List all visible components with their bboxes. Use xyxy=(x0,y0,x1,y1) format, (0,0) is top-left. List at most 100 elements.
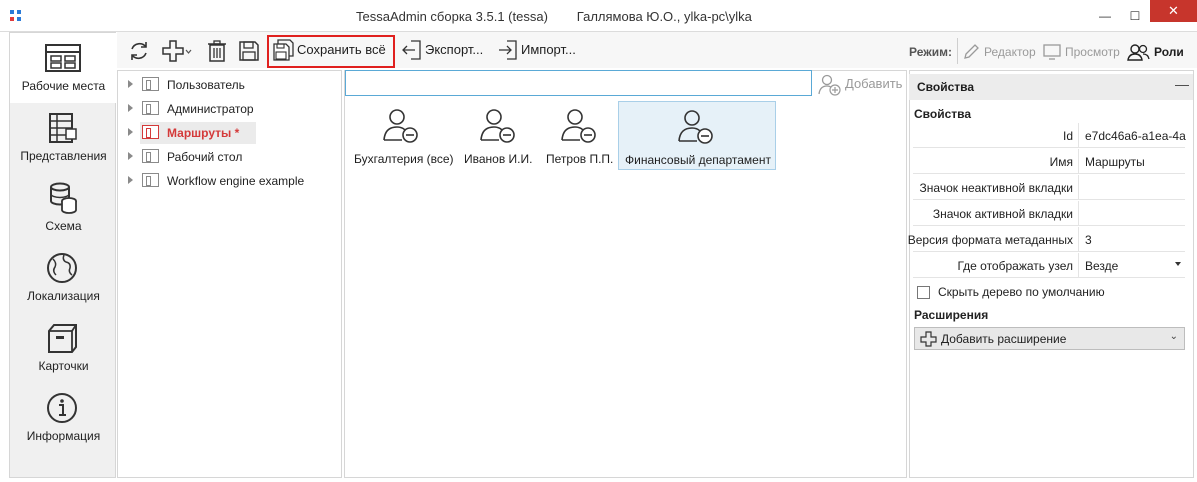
mode-roles-label: Роли xyxy=(1154,45,1184,59)
add-extension-label: Добавить расширение xyxy=(941,332,1067,346)
hide-tree-checkbox[interactable] xyxy=(917,286,930,299)
nav-item-workplaces[interactable]: Рабочие места xyxy=(10,33,117,103)
add-role-label: Добавить xyxy=(845,76,903,91)
expand-arrow-icon[interactable] xyxy=(128,152,133,160)
role-label: Петров П.П. xyxy=(546,152,614,166)
collapse-icon[interactable]: — xyxy=(1175,76,1189,92)
role-label: Финансовый департамент xyxy=(625,153,771,167)
add-icon[interactable] xyxy=(161,39,193,63)
mode-editor-label: Редактор xyxy=(984,45,1036,59)
title-bar: TessaAdmin сборка 3.5.1 (tessa) Галлямов… xyxy=(0,0,1197,32)
workplace-node-icon xyxy=(142,125,159,139)
tree-item-label: Администратор xyxy=(167,102,254,116)
property-row-display-node: Где отображать узел Везде xyxy=(913,253,1185,278)
property-value-field[interactable]: e7dc46a6-a1ea-4a xyxy=(1078,123,1186,147)
mode-label: Режим: xyxy=(909,45,952,59)
minimize-button[interactable]: — xyxy=(1090,0,1120,32)
workplace-tree: Пользователь Администратор Маршруты * Ра… xyxy=(117,70,342,478)
roles-icon xyxy=(1127,44,1150,61)
extensions-section-title: Расширения xyxy=(914,308,989,322)
export-button[interactable]: Экспорт... xyxy=(397,38,493,62)
import-icon xyxy=(499,40,517,60)
role-user-icon xyxy=(678,110,713,144)
property-row-metadata-version: Версия формата метаданных 3 xyxy=(908,227,1185,252)
nav-item-info[interactable]: Информация xyxy=(10,383,117,453)
delete-icon[interactable] xyxy=(205,39,229,63)
role-item[interactable]: Петров П.П. xyxy=(542,101,616,170)
monitor-icon xyxy=(1043,44,1061,60)
nav-item-localization[interactable]: Локализация xyxy=(10,243,117,313)
role-search-input[interactable] xyxy=(345,70,812,96)
workplace-node-icon xyxy=(142,173,159,187)
expand-arrow-icon[interactable] xyxy=(128,80,133,88)
tree-item[interactable]: Рабочий стол xyxy=(118,146,342,168)
role-item[interactable]: Бухгалтерия (все) xyxy=(350,101,454,170)
nav-item-views[interactable]: Представления xyxy=(10,103,117,173)
property-row-id: Id e7dc46a6-a1ea-4a xyxy=(913,123,1186,148)
export-icon xyxy=(402,40,421,60)
properties-section-title: Свойства xyxy=(914,107,972,121)
property-value: e7dc46a6-a1ea-4a xyxy=(1085,129,1186,143)
property-value-field[interactable] xyxy=(1078,201,1185,225)
left-nav: Рабочие места Представления Схема Локали… xyxy=(9,32,117,478)
workplace-node-icon xyxy=(142,77,159,91)
property-key: Значок неактивной вкладки xyxy=(919,181,1073,195)
close-button[interactable]: ✕ xyxy=(1150,0,1197,22)
role-item[interactable]: Иванов И.И. xyxy=(459,101,537,170)
add-extension-button[interactable]: Добавить расширение ⌄ xyxy=(914,327,1185,350)
property-row-name: Имя Маршруты xyxy=(913,149,1185,174)
save-icon[interactable] xyxy=(237,39,261,63)
property-value-field[interactable] xyxy=(1078,175,1185,199)
expand-arrow-icon[interactable] xyxy=(128,128,133,136)
role-user-icon xyxy=(383,109,418,143)
import-label: Импорт... xyxy=(521,42,576,57)
cards-icon xyxy=(48,324,77,353)
nav-item-schema[interactable]: Схема xyxy=(10,173,117,243)
expand-arrow-icon[interactable] xyxy=(128,104,133,112)
tree-item-selected[interactable]: Маршруты * xyxy=(118,122,342,144)
nav-label-views: Представления xyxy=(20,149,107,163)
display-node-select[interactable]: Везде xyxy=(1078,253,1185,277)
properties-header: Свойства — xyxy=(909,74,1193,100)
property-key: Id xyxy=(1062,129,1073,143)
role-label: Бухгалтерия (все) xyxy=(354,152,454,166)
save-all-highlight xyxy=(267,35,395,68)
property-value-field[interactable]: 3 xyxy=(1078,227,1185,251)
export-label: Экспорт... xyxy=(425,42,484,57)
role-label: Иванов И.И. xyxy=(464,152,533,166)
maximize-button[interactable]: ☐ xyxy=(1120,0,1150,32)
property-key: Значок активной вкладки xyxy=(932,207,1073,221)
window-title: TessaAdmin сборка 3.5.1 (tessa) Галлямов… xyxy=(356,9,752,24)
property-key: Где отображать узел xyxy=(957,259,1073,273)
nav-label-workplaces: Рабочие места xyxy=(21,79,106,93)
property-value: Везде xyxy=(1085,259,1119,273)
expand-arrow-icon[interactable] xyxy=(128,176,133,184)
property-value: Маршруты xyxy=(1085,155,1145,169)
property-value-field[interactable]: Маршруты xyxy=(1078,149,1185,173)
add-icon xyxy=(920,331,937,347)
globe-icon xyxy=(47,253,77,283)
workplace-node-icon xyxy=(142,149,159,163)
import-button[interactable]: Импорт... xyxy=(493,38,589,62)
nav-label-schema: Схема xyxy=(45,219,82,233)
tree-item[interactable]: Администратор xyxy=(118,98,342,120)
refresh-icon[interactable] xyxy=(127,39,151,63)
tree-item-label: Workflow engine example xyxy=(167,174,305,188)
hide-tree-label: Скрыть дерево по умолчанию xyxy=(938,285,1105,299)
property-value: 3 xyxy=(1085,233,1092,247)
nav-label-info: Информация xyxy=(26,429,101,443)
info-icon xyxy=(47,393,77,423)
views-icon xyxy=(49,113,77,143)
dropdown-arrow-icon xyxy=(1175,262,1181,266)
tree-item-label: Пользователь xyxy=(167,78,245,92)
role-item-selected[interactable]: Финансовый департамент xyxy=(618,101,776,170)
tree-item-label: Рабочий стол xyxy=(167,150,243,164)
tree-item-label: Маршруты * xyxy=(167,126,240,140)
nav-item-cards[interactable]: Карточки xyxy=(10,313,117,383)
role-user-icon xyxy=(561,109,596,143)
properties-title: Свойства xyxy=(917,80,975,94)
tree-item[interactable]: Workflow engine example xyxy=(118,170,342,192)
tree-item[interactable]: Пользователь xyxy=(118,74,342,96)
mode-separator xyxy=(957,38,958,64)
role-user-icon xyxy=(480,109,515,143)
